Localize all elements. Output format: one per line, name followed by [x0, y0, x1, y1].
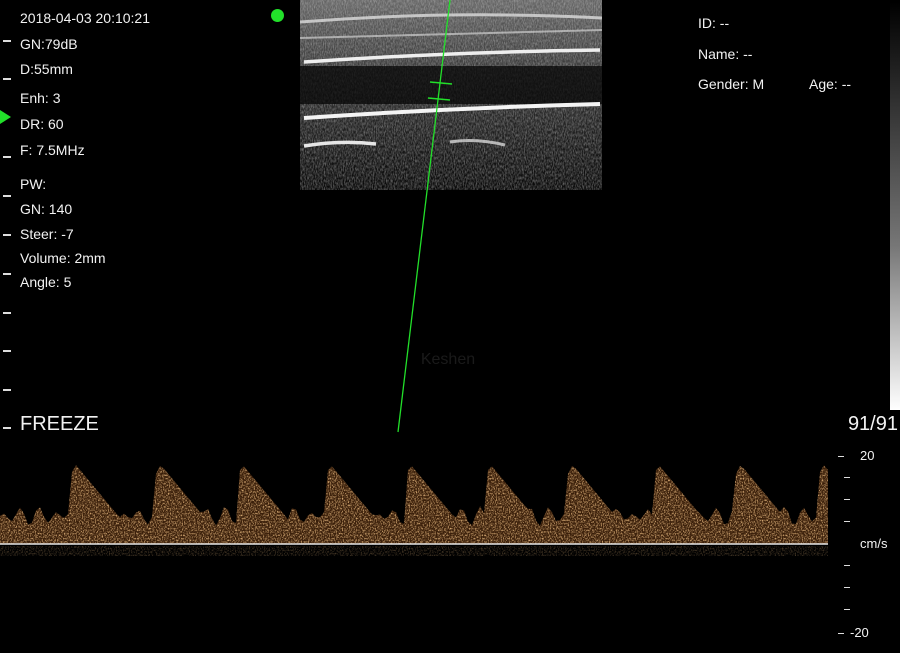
watermark: Keshen: [421, 351, 475, 368]
pw-steer: Steer: -7: [20, 226, 74, 242]
freeze-status: FREEZE: [20, 413, 99, 435]
pw-gain: GN: 140: [20, 201, 73, 217]
exam-enhancement: Enh: 3: [20, 90, 61, 106]
velocity-max-label: 20: [860, 448, 875, 463]
velocity-min-label: -20: [850, 625, 869, 640]
patient-gender: Gender: M: [698, 76, 765, 92]
pw-volume: Volume: 2mm: [20, 250, 106, 266]
patient-name: Name: --: [698, 46, 753, 62]
pw-title: PW:: [20, 176, 47, 192]
patient-age: Age: --: [809, 76, 852, 92]
patient-id: ID: --: [698, 15, 730, 31]
doppler-spectrum: [0, 440, 828, 653]
exam-datetime: 2018-04-03 20:10:21: [20, 10, 150, 26]
exam-depth: D:55mm: [20, 61, 73, 77]
velocity-unit-label: cm/s: [860, 536, 888, 551]
pw-angle: Angle: 5: [20, 274, 72, 290]
doppler-cursor[interactable]: Keshen: [0, 0, 900, 440]
frame-counter: 91/91: [847, 413, 898, 435]
exam-gain: GN:79dB: [20, 36, 78, 52]
focus-marker-icon[interactable]: [0, 110, 11, 124]
sample-gate-top: [429, 81, 453, 85]
sample-gate-bottom: [427, 97, 451, 101]
exam-frequency: F: 7.5MHz: [20, 142, 85, 158]
grayscale-bar: [890, 2, 900, 410]
exam-dynamic-range: DR: 60: [20, 116, 64, 132]
depth-ruler: [0, 0, 14, 440]
velocity-scale: 20 cm/s -20: [828, 440, 900, 653]
status-indicator-icon: [271, 9, 284, 22]
